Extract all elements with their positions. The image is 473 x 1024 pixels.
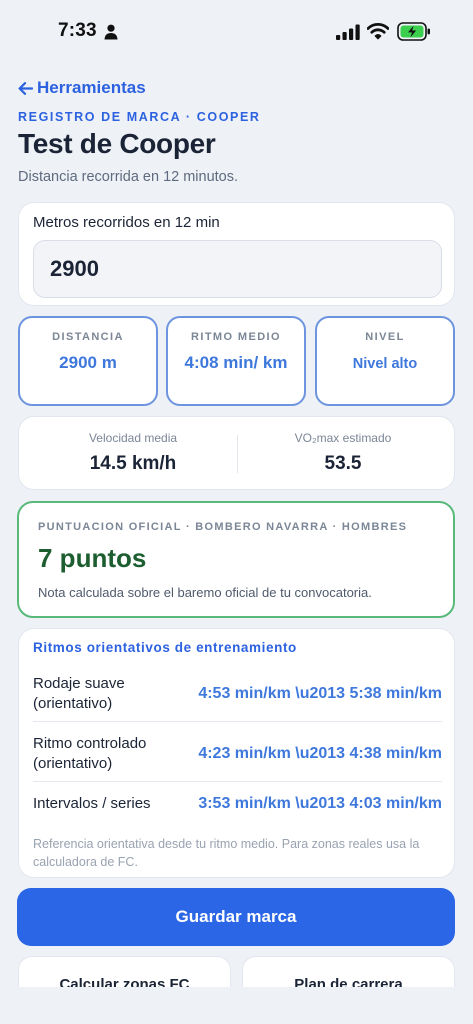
save-mark-button[interactable]: Guardar marca bbox=[17, 888, 455, 946]
page-title: Test de Cooper bbox=[18, 128, 216, 159]
stat-divider bbox=[237, 435, 238, 473]
hr-zones-button[interactable]: Calcular zonas FC bbox=[18, 956, 231, 987]
status-time: 7:33 bbox=[58, 20, 97, 41]
score-value: 7 puntos bbox=[38, 543, 147, 573]
pace-range: 4:23 min/km \u2013 4:38 min/km bbox=[198, 745, 442, 762]
person-icon bbox=[104, 24, 118, 40]
pace-row: Rodaje suave (orientativo) 4:53 min/km \… bbox=[33, 673, 442, 715]
official-score-card: PUNTUACION OFICIAL · BOMBERO NAVARRA · H… bbox=[17, 501, 455, 618]
back-link[interactable]: Herramientas bbox=[18, 78, 146, 98]
stat-label: Velocidad media bbox=[88, 431, 178, 445]
score-eyebrow: PUNTUACION OFICIAL · BOMBERO NAVARRA · H… bbox=[38, 521, 408, 533]
paces-title: Ritmos orientativos de entrenamiento bbox=[33, 640, 297, 655]
page-eyebrow: REGISTRO DE MARCA · COOPER bbox=[18, 110, 261, 124]
status-bar: 7:33 bbox=[0, 0, 473, 60]
training-paces-card: Ritmos orientativos de entrenamiento Rod… bbox=[18, 628, 455, 878]
pace-row: Intervalos / series 3:53 min/km \u2013 4… bbox=[33, 793, 442, 815]
stat-speed: Velocidad media 14.5 km/h bbox=[33, 431, 233, 475]
stat-vo2max: VO₂max estimado 53.5 bbox=[243, 431, 443, 475]
wifi-icon bbox=[367, 22, 389, 40]
metric-label: RITMO MEDIO bbox=[191, 331, 281, 343]
metric-distance: DISTANCIA 2900 m bbox=[18, 316, 158, 406]
stat-label: VO₂max estimado bbox=[294, 431, 392, 445]
stats-card: Velocidad media 14.5 km/h VO₂max estimad… bbox=[18, 416, 455, 490]
metric-label: DISTANCIA bbox=[52, 331, 124, 343]
secondary-actions: Calcular zonas FC Plan de carrera bbox=[0, 950, 473, 987]
metric-value: 2900 m bbox=[59, 353, 117, 372]
signal-icon bbox=[336, 24, 360, 40]
pace-name: Rodaje suave (orientativo) bbox=[33, 675, 125, 712]
metric-level: NIVEL Nivel alto bbox=[315, 316, 455, 406]
metric-value: 4:08 min/ km bbox=[184, 353, 288, 372]
meters-input-label: Metros recorridos en 12 min bbox=[33, 214, 220, 231]
pace-divider bbox=[33, 781, 442, 782]
score-note: Nota calculada sobre el baremo oficial d… bbox=[38, 585, 372, 600]
pace-name: Intervalos / series bbox=[33, 795, 151, 812]
paces-footnote: Referencia orientativa desde tu ritmo me… bbox=[33, 837, 420, 869]
pace-name: Ritmo controlado (orientativo) bbox=[33, 735, 147, 772]
stat-value: 14.5 km/h bbox=[89, 453, 177, 474]
meters-input[interactable]: 2900 bbox=[33, 240, 442, 298]
stat-value: 53.5 bbox=[324, 453, 362, 474]
back-link-label: Herramientas bbox=[37, 78, 146, 97]
metric-pace: RITMO MEDIO 4:08 min/ km bbox=[166, 316, 306, 406]
pace-divider bbox=[33, 721, 442, 722]
metric-value: Nivel alto bbox=[352, 356, 418, 372]
battery-charging-icon bbox=[397, 22, 430, 41]
meters-input-card: Metros recorridos en 12 min 2900 bbox=[18, 202, 455, 306]
metric-label: NIVEL bbox=[365, 331, 405, 343]
race-plan-button[interactable]: Plan de carrera bbox=[242, 956, 455, 987]
pace-row: Ritmo controlado (orientativo) 4:23 min/… bbox=[33, 733, 442, 775]
pace-range: 4:53 min/km \u2013 5:38 min/km bbox=[198, 685, 442, 702]
pace-range: 3:53 min/km \u2013 4:03 min/km bbox=[198, 795, 442, 812]
arrow-left-icon bbox=[18, 81, 33, 95]
page-subtitle: Distancia recorrida en 12 minutos. bbox=[18, 169, 239, 185]
